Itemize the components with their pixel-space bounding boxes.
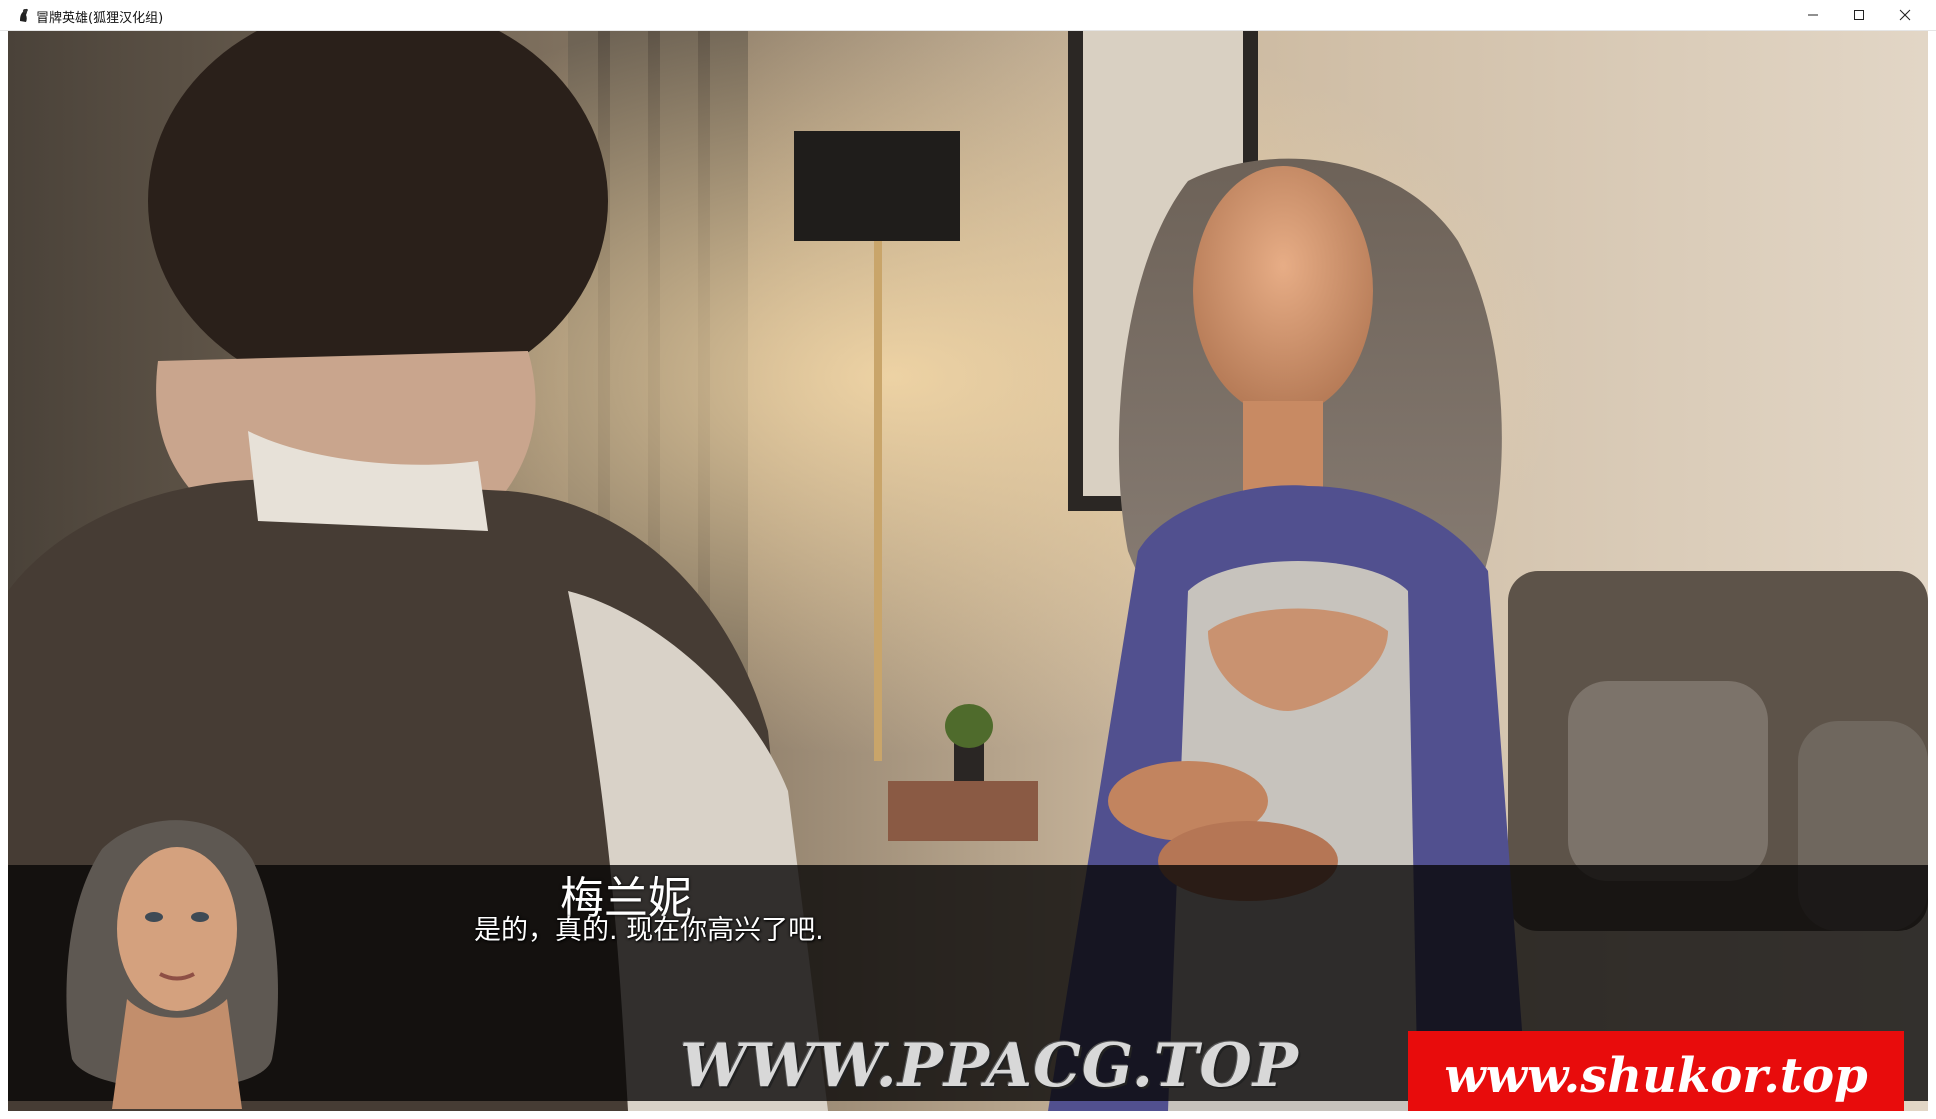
game-window: 冒牌英雄(狐狸汉化组) 梅兰妮 是的，真的. 现在你高兴了吧. WWW.PPAC… (0, 0, 1936, 1119)
window-title: 冒牌英雄(狐狸汉化组) (36, 11, 164, 26)
maximize-icon (1854, 10, 1864, 20)
watermark-shukor-text: www.shukor.top (1444, 1048, 1868, 1104)
speaker-portrait (66, 820, 278, 1109)
game-viewport[interactable]: 梅兰妮 是的，真的. 现在你高兴了吧. WWW.PPACG.TOP www.sh… (8, 31, 1928, 1111)
close-button[interactable] (1882, 0, 1928, 30)
maximize-button[interactable] (1836, 0, 1882, 30)
watermark-shukor: www.shukor.top (1408, 1031, 1904, 1111)
watermark-ppacg: WWW.PPACG.TOP (680, 1031, 1299, 1101)
minimize-button[interactable] (1790, 0, 1836, 30)
title-bar[interactable]: 冒牌英雄(狐狸汉化组) (0, 0, 1936, 31)
app-icon (20, 8, 28, 22)
minimize-icon (1808, 14, 1818, 16)
dialogue-text: 是的，真的. 现在你高兴了吧. (474, 915, 824, 946)
close-icon (1899, 9, 1911, 21)
